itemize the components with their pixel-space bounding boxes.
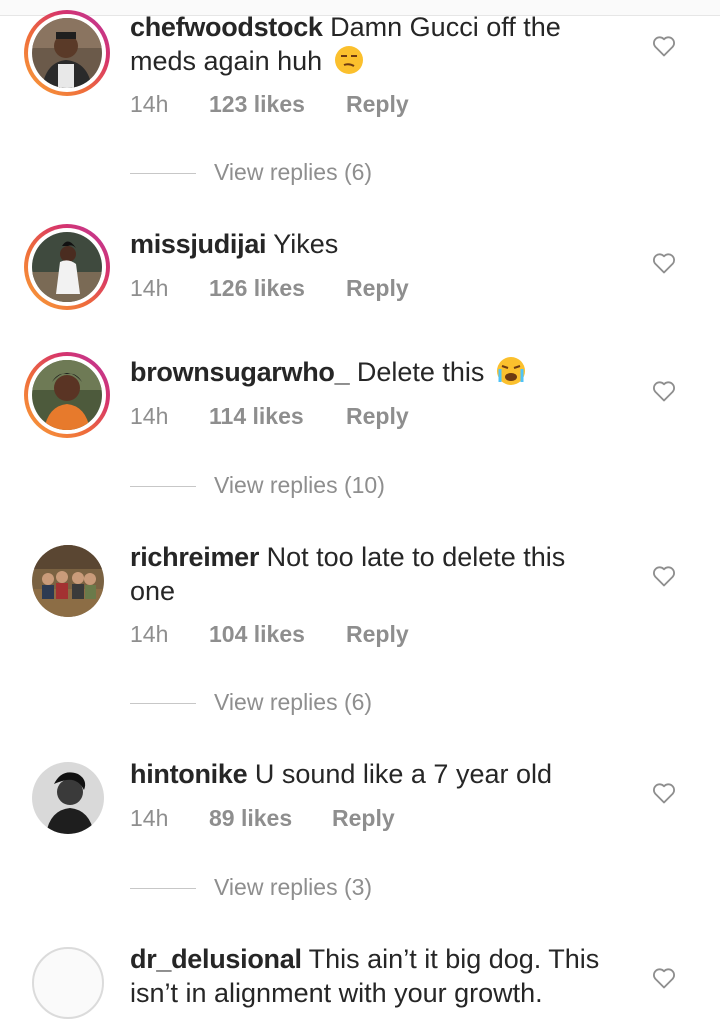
avatar-photo — [32, 360, 102, 430]
comment-likes[interactable]: 126 likes — [209, 275, 346, 302]
comment-text: chefwoodstock Damn Gucci off the meds ag… — [130, 10, 600, 78]
comment-username[interactable]: hintonike — [130, 759, 248, 789]
comment-username[interactable]: dr_delusional — [130, 944, 302, 974]
reply-button[interactable]: Reply — [332, 805, 395, 832]
view-replies-label: View replies (6) — [214, 159, 373, 185]
comment-text: brownsugarwho_ Delete this — [130, 355, 600, 389]
comment-username[interactable]: richreimer — [130, 542, 259, 572]
comment-meta: 14h 104 likes Reply — [130, 621, 409, 648]
comment-meta: 14h 89 likes Reply — [130, 805, 395, 832]
comment-text: hintonike U sound like a 7 year old — [130, 757, 600, 791]
avatar[interactable] — [32, 947, 104, 1019]
reply-button[interactable]: Reply — [346, 275, 409, 302]
comment-body: Yikes — [273, 229, 339, 259]
reply-button[interactable]: Reply — [346, 91, 409, 118]
heart-icon[interactable] — [652, 782, 676, 804]
comment-time: 14h — [130, 805, 169, 831]
view-replies-button[interactable]: View replies (10) — [130, 472, 385, 499]
comment-likes[interactable]: 104 likes — [209, 621, 346, 648]
comment-body: U sound like a 7 year old — [254, 759, 552, 789]
comment-text: missjudijai Yikes — [130, 227, 600, 261]
avatar[interactable] — [24, 352, 110, 438]
view-replies-button[interactable]: View replies (6) — [130, 159, 372, 186]
avatar[interactable] — [32, 762, 104, 834]
comment-time: 14h — [130, 91, 169, 117]
comment-text: dr_delusional This ain’t it big dog. Thi… — [130, 942, 600, 1010]
avatar[interactable] — [24, 224, 110, 310]
comment-likes[interactable]: 89 likes — [209, 805, 332, 832]
heart-icon[interactable] — [652, 35, 676, 57]
loudly-crying-face-icon — [496, 357, 525, 385]
heart-icon[interactable] — [652, 380, 676, 402]
heart-icon[interactable] — [652, 565, 676, 587]
avatar[interactable] — [32, 545, 104, 617]
avatar-photo — [32, 232, 102, 302]
comment-time: 14h — [130, 275, 169, 301]
avatar-photo — [32, 545, 104, 617]
comment-meta: 14h 123 likes Reply — [130, 91, 409, 118]
avatar[interactable] — [24, 10, 110, 96]
comment-likes[interactable]: 123 likes — [209, 91, 346, 118]
comment-time: 14h — [130, 403, 169, 429]
unamused-face-icon — [334, 46, 363, 74]
comment-username[interactable]: missjudijai — [130, 229, 267, 259]
comment-text: richreimer Not too late to delete this o… — [130, 540, 600, 608]
reply-button[interactable]: Reply — [346, 403, 409, 430]
comment-meta: 14h 126 likes Reply — [130, 275, 409, 302]
comment-body: Delete this — [356, 357, 485, 387]
view-replies-label: View replies (3) — [214, 874, 373, 900]
view-replies-button[interactable]: View replies (6) — [130, 689, 372, 716]
comment-likes[interactable]: 114 likes — [209, 403, 346, 430]
view-replies-button[interactable]: View replies (3) — [130, 874, 372, 901]
replies-divider — [130, 888, 196, 890]
view-replies-label: View replies (10) — [214, 472, 385, 498]
comment-time: 14h — [130, 621, 169, 647]
heart-icon[interactable] — [652, 967, 676, 989]
avatar-photo — [32, 18, 102, 88]
avatar-photo — [32, 762, 104, 834]
reply-button[interactable]: Reply — [346, 621, 409, 648]
replies-divider — [130, 486, 196, 488]
view-replies-label: View replies (6) — [214, 689, 373, 715]
comment-meta: 14h 114 likes Reply — [130, 403, 409, 430]
comment-username[interactable]: brownsugarwho_ — [130, 357, 350, 387]
replies-divider — [130, 703, 196, 705]
replies-divider — [130, 173, 196, 175]
comment-username[interactable]: chefwoodstock — [130, 12, 323, 42]
heart-icon[interactable] — [652, 252, 676, 274]
